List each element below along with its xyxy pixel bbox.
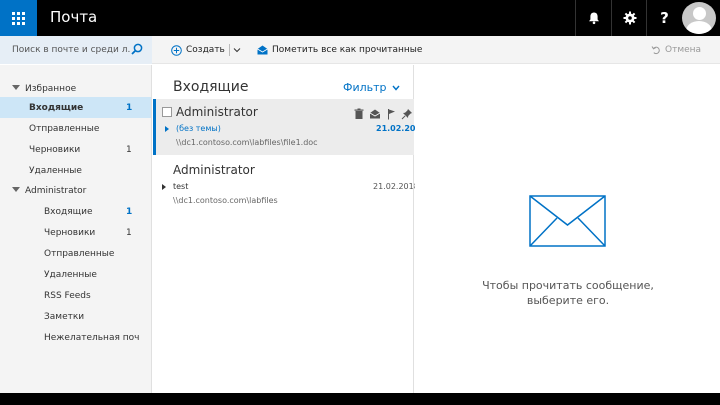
message-date: 21.02.2018 (373, 182, 419, 191)
delete-icon[interactable] (353, 105, 365, 119)
undo-label: Отмена (665, 45, 702, 55)
notifications-button[interactable] (575, 0, 611, 36)
waffle-icon (12, 11, 25, 25)
search-placeholder: Поиск в почте и среди л... (12, 45, 130, 55)
select-checkbox[interactable] (162, 107, 172, 117)
account-item-sent[interactable]: Отправленные (0, 243, 151, 264)
open-envelope-icon (257, 45, 268, 55)
account-item-inbox[interactable]: Входящие 1 (0, 201, 151, 222)
envelope-icon (529, 195, 606, 247)
chevron-down-icon (391, 85, 400, 91)
folder-label: Нежелательная поч (44, 332, 140, 343)
message-subject: test (173, 182, 189, 191)
unread-count: 1 (126, 144, 132, 155)
gear-icon (623, 11, 636, 25)
chevron-down-icon[interactable] (233, 46, 241, 54)
favorites-item-deleted[interactable]: Удаленные (0, 160, 151, 181)
mark-all-read-label: Пометить все как прочитанные (272, 45, 423, 55)
message-item[interactable]: Administrator (без темы) 21.02.2018 \\dc… (153, 99, 427, 155)
collapse-caret-icon[interactable] (12, 85, 20, 90)
mark-all-read-button[interactable]: Пометить все как прочитанные (257, 36, 422, 64)
account-item-rss[interactable]: RSS Feeds (0, 285, 151, 306)
message-item[interactable]: Administrator test 21.02.2018 \\dc1.cont… (153, 157, 419, 213)
undo-button[interactable]: Отмена (651, 36, 701, 64)
folder-label: Отправленные (44, 248, 115, 259)
search-input[interactable]: Поиск в почте и среди л... (0, 36, 152, 64)
message-preview: \\dc1.contoso.com\labfiles (173, 196, 278, 205)
folder-label: Входящие (44, 206, 93, 217)
flag-icon[interactable] (385, 105, 397, 120)
message-actions (353, 105, 413, 120)
settings-button[interactable] (611, 0, 647, 36)
favorites-item-drafts[interactable]: Черновики 1 (0, 139, 151, 160)
favorites-header[interactable]: Избранное (0, 78, 151, 99)
pin-icon[interactable] (401, 105, 413, 120)
message-subject: (без темы) (176, 124, 221, 133)
avatar[interactable] (682, 2, 716, 34)
folder-label: Отправленные (29, 123, 100, 134)
account-header[interactable]: Administrator (0, 180, 151, 201)
folder-label: Удаленные (29, 165, 82, 176)
screen-border (0, 393, 720, 405)
account-item-drafts[interactable]: Черновики 1 (0, 222, 151, 243)
unread-count: 1 (126, 102, 133, 113)
folder-label: Черновики (44, 227, 96, 238)
message-sender: Administrator (173, 163, 255, 177)
question-mark-icon: ? (660, 9, 669, 27)
folder-label: Входящие (29, 102, 84, 113)
new-message-label: Создать (186, 45, 225, 55)
list-title: Входящие (173, 79, 249, 95)
empty-reading-line-2: выберите его. (526, 294, 610, 307)
account-item-junk[interactable]: Нежелательная поч (0, 327, 151, 348)
favorites-item-sent[interactable]: Отправленные (0, 118, 151, 139)
account-item-notes[interactable]: Заметки (0, 306, 151, 327)
command-bar: Поиск в почте и среди л... Создать Помет… (0, 36, 720, 64)
folder-label: Черновики (29, 144, 81, 155)
collapse-caret-icon[interactable] (12, 187, 20, 192)
account-item-deleted[interactable]: Удаленные (0, 264, 151, 285)
favorites-item-inbox[interactable]: Входящие 1 (0, 97, 151, 118)
folder-label: Заметки (44, 311, 85, 322)
message-preview: \\dc1.contoso.com\labfiles\file1.doc (176, 138, 318, 147)
mark-read-icon[interactable] (369, 105, 381, 119)
filter-dropdown[interactable]: Фильтр (343, 81, 400, 94)
app-launcher-button[interactable] (0, 0, 37, 36)
top-bar: Почта ? (0, 0, 720, 36)
new-message-button[interactable]: Создать (171, 36, 245, 64)
unread-count: 1 (126, 227, 132, 238)
message-sender: Administrator (176, 105, 258, 119)
bell-icon (588, 12, 599, 25)
reading-pane: Чтобы прочитать сообщение, выберите его. (415, 65, 720, 393)
app-title: Почта (50, 8, 98, 26)
empty-reading-line-1: Чтобы прочитать сообщение, (482, 279, 654, 292)
expand-conversation-icon[interactable] (165, 126, 169, 132)
undo-icon (651, 46, 660, 55)
outlook-web-app: Почта ? Поиск в почте и среди л... Созда… (0, 0, 720, 393)
message-list: Входящие Фильтр Administrator (без темы)… (153, 65, 427, 393)
plus-circle-icon (171, 44, 182, 56)
unread-count: 1 (126, 206, 133, 217)
folder-pane: Избранное Входящие 1 Отправленные Чернов… (0, 65, 152, 393)
folder-label: RSS Feeds (44, 290, 91, 301)
folder-label: Удаленные (44, 269, 97, 280)
filter-label: Фильтр (343, 81, 387, 94)
expand-conversation-icon[interactable] (162, 184, 166, 190)
help-button[interactable]: ? (646, 0, 682, 36)
search-icon[interactable] (131, 43, 143, 55)
empty-reading-message: Чтобы прочитать сообщение, выберите его. (455, 278, 681, 308)
